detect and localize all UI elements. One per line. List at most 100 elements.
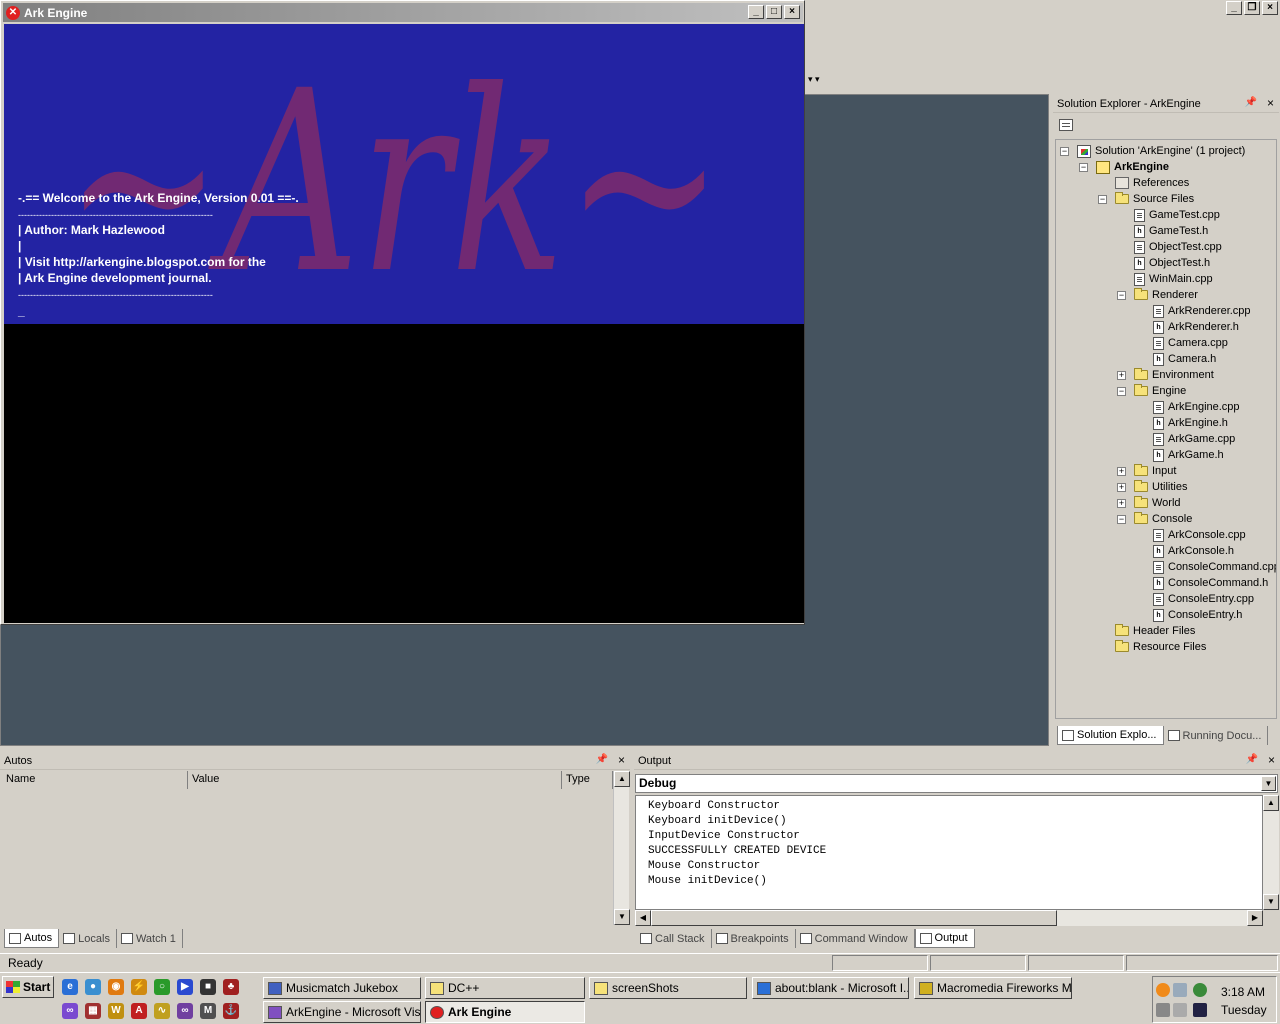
taskbar-button[interactable]: Musicmatch Jukebox — [263, 977, 421, 999]
tree-item[interactable]: + Input — [1117, 463, 1176, 479]
tab-command-window[interactable]: Command Window — [796, 929, 915, 948]
messenger-icon[interactable]: ● — [85, 979, 101, 995]
tab-output[interactable]: Output — [914, 929, 975, 948]
tree-item[interactable]: ArkConsole.cpp — [1136, 527, 1246, 543]
tree-item[interactable]: Header Files — [1098, 623, 1195, 639]
tree-item[interactable]: ObjectTest.cpp — [1117, 239, 1222, 255]
expand-icon[interactable]: + — [1117, 482, 1126, 492]
scroll-left-icon[interactable]: ◀ — [635, 910, 651, 926]
tab-locals[interactable]: Locals — [59, 929, 117, 948]
close-icon[interactable]: × — [618, 753, 625, 767]
winamp-icon[interactable]: ⚡ — [131, 979, 147, 995]
autos-grid[interactable] — [2, 789, 613, 925]
taskbar-button[interactable]: about:blank - Microsoft I... — [752, 977, 909, 999]
collapse-icon[interactable]: − — [1060, 146, 1069, 156]
taskbar-button[interactable]: Ark Engine — [425, 1001, 585, 1023]
tree-item[interactable]: h ObjectTest.h — [1117, 255, 1210, 271]
toolbar-overflow-icon[interactable]: ▾ ▾ — [808, 74, 820, 85]
firefox-icon[interactable]: ◉ — [108, 979, 124, 995]
pin-icon[interactable]: 📌 — [1246, 754, 1258, 765]
tray-app-icon[interactable] — [1156, 983, 1170, 997]
tab-solution-explo[interactable]: Solution Explo... — [1057, 726, 1164, 745]
chevron-down-icon[interactable]: ▼ — [1261, 776, 1276, 791]
tree-item[interactable]: h ArkRenderer.h — [1136, 319, 1239, 335]
clock-time[interactable]: 3:18 AM — [1221, 985, 1265, 999]
ark-render-area[interactable]: ~Ark~ -.== Welcome to the Ark Engine, Ve… — [4, 24, 804, 623]
expand-icon[interactable]: + — [1117, 498, 1126, 508]
collapse-icon[interactable]: − — [1117, 514, 1126, 524]
tab-watch-1[interactable]: Watch 1 — [117, 929, 183, 948]
tray-app-icon[interactable] — [1156, 1003, 1170, 1017]
tree-item[interactable]: ConsoleCommand.cpp — [1136, 559, 1276, 575]
taskbar-button[interactable]: DC++ — [425, 977, 585, 999]
start-button[interactable]: Start — [2, 976, 54, 998]
app-icon[interactable]: M — [200, 1003, 216, 1019]
autos-scrollbar[interactable]: ▲ ▼ — [613, 771, 630, 925]
tab-running-docu[interactable]: Running Docu... — [1164, 726, 1269, 745]
tree-item[interactable]: − ArkEngine — [1079, 159, 1169, 175]
ark-titlebar[interactable]: ✕ Ark Engine _ □ × — [3, 3, 803, 22]
tree-item[interactable]: Resource Files — [1098, 639, 1206, 655]
tree-item[interactable]: + Environment — [1117, 367, 1214, 383]
taskbar-button[interactable]: screenShots — [589, 977, 747, 999]
app-icon[interactable]: ♣ — [223, 979, 239, 995]
close-icon[interactable]: × — [1268, 753, 1275, 767]
scroll-up-icon[interactable]: ▲ — [1263, 795, 1279, 811]
output-horizontal-scrollbar[interactable]: ◀ ▶ — [635, 910, 1263, 926]
close-icon[interactable]: × — [784, 5, 800, 19]
globe-icon[interactable] — [1193, 983, 1207, 997]
pin-icon[interactable]: 📌 — [596, 754, 608, 765]
expand-icon[interactable]: + — [1117, 466, 1126, 476]
output-text[interactable]: Keyboard Constructor Keyboard initDevice(… — [635, 795, 1263, 910]
tree-item[interactable]: h ArkGame.h — [1136, 447, 1224, 463]
tree-item[interactable]: − Console — [1117, 511, 1192, 527]
app-icon[interactable]: ▦ — [85, 1003, 101, 1019]
winamp-icon[interactable]: W — [108, 1003, 124, 1019]
collapse-icon[interactable]: − — [1117, 290, 1126, 300]
output-vertical-scrollbar[interactable]: ▲ ▼ — [1263, 795, 1279, 910]
tree-item[interactable]: Camera.cpp — [1136, 335, 1228, 351]
desktop-icon[interactable]: ■ — [200, 979, 216, 995]
tree-item[interactable]: h ArkEngine.h — [1136, 415, 1228, 431]
column-header-type[interactable]: Type — [562, 771, 613, 789]
minimize-icon[interactable]: _ — [1226, 1, 1242, 15]
column-header-value[interactable]: Value — [188, 771, 562, 789]
taskbar-button[interactable]: Macromedia Fireworks M... — [914, 977, 1072, 999]
ie-icon[interactable]: e — [62, 979, 78, 995]
tree-item[interactable]: h ArkConsole.h — [1136, 543, 1234, 559]
tree-item[interactable]: References — [1098, 175, 1189, 191]
tree-item[interactable]: h ConsoleCommand.h — [1136, 575, 1268, 591]
properties-icon[interactable] — [1059, 119, 1073, 131]
minimize-icon[interactable]: _ — [748, 5, 764, 19]
tab-autos[interactable]: Autos — [4, 929, 60, 948]
chat-icon[interactable]: ○ — [154, 979, 170, 995]
tree-item[interactable]: h Camera.h — [1136, 351, 1216, 367]
tray-app-icon[interactable] — [1193, 1003, 1207, 1017]
tree-item[interactable]: h ConsoleEntry.h — [1136, 607, 1242, 623]
visual-studio-icon[interactable]: ∞ — [62, 1003, 78, 1019]
scrollbar-thumb[interactable] — [651, 910, 1057, 926]
tree-item[interactable]: − Solution 'ArkEngine' (1 project) — [1060, 143, 1245, 159]
tree-item[interactable]: − Renderer — [1117, 287, 1198, 303]
close-icon[interactable]: × — [1267, 96, 1274, 110]
app-icon[interactable]: ⚓ — [223, 1003, 239, 1019]
tree-item[interactable]: ArkRenderer.cpp — [1136, 303, 1251, 319]
scroll-up-icon[interactable]: ▲ — [614, 771, 630, 787]
tree-item[interactable]: + Utilities — [1117, 479, 1187, 495]
volume-icon[interactable] — [1173, 1003, 1187, 1017]
restore-icon[interactable]: ❐ — [1244, 1, 1260, 15]
taskbar-button[interactable]: ArkEngine - Microsoft Vis... — [263, 1001, 421, 1023]
scroll-down-icon[interactable]: ▼ — [1263, 894, 1279, 910]
collapse-icon[interactable]: − — [1079, 162, 1088, 172]
tree-item[interactable]: + World — [1117, 495, 1181, 511]
tab-call-stack[interactable]: Call Stack — [636, 929, 712, 948]
media-player-icon[interactable]: ▶ — [177, 979, 193, 995]
network-icon[interactable] — [1173, 983, 1187, 997]
tree-item[interactable]: − Source Files — [1098, 191, 1194, 207]
app-icon[interactable]: ∞ — [177, 1003, 193, 1019]
tree-item[interactable]: ArkGame.cpp — [1136, 431, 1235, 447]
tab-breakpoints[interactable]: Breakpoints — [712, 929, 796, 948]
tree-item[interactable]: h GameTest.h — [1117, 223, 1208, 239]
collapse-icon[interactable]: − — [1117, 386, 1126, 396]
tree-item[interactable]: WinMain.cpp — [1117, 271, 1213, 287]
